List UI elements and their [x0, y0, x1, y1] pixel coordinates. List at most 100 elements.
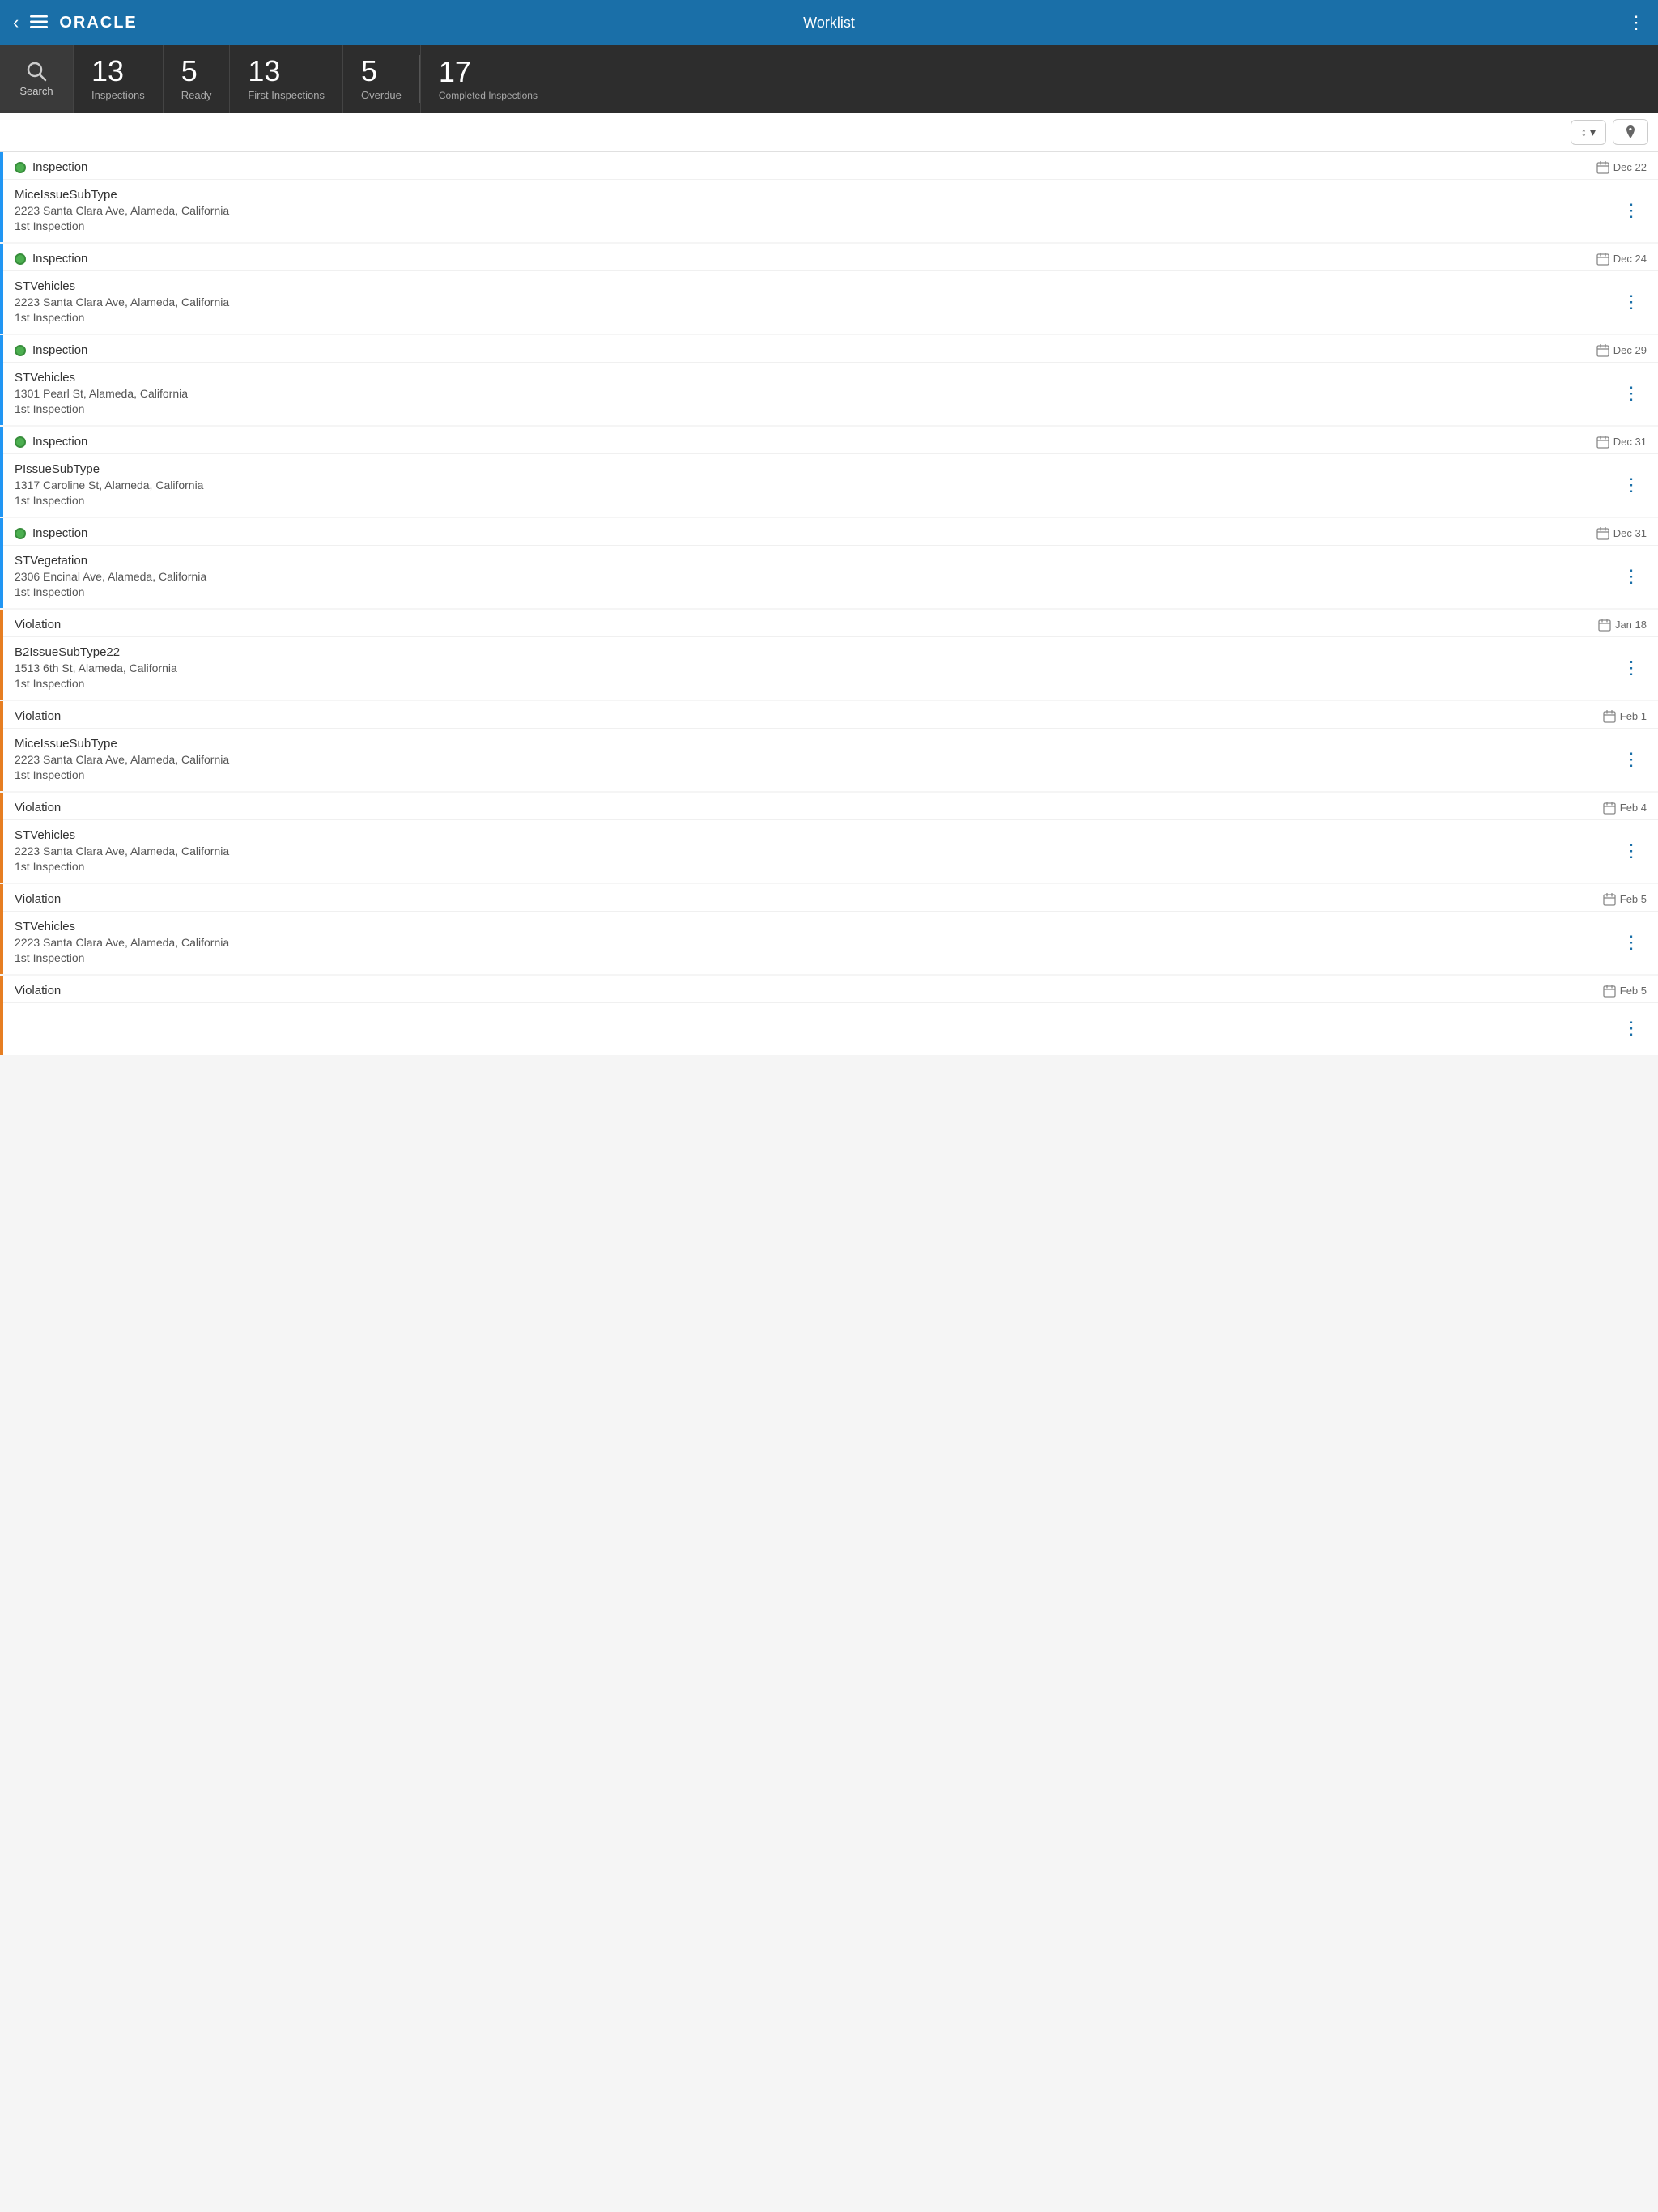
list-item: Violation Feb 5 STVehicles 2223 Santa Cl… [0, 884, 1658, 974]
item-date: Feb 1 [1603, 710, 1647, 723]
item-body: MiceIssueSubType 2223 Santa Clara Ave, A… [3, 180, 1658, 242]
item-more-button[interactable]: ⋮ [1616, 559, 1647, 593]
item-type-row: Violation [15, 618, 61, 632]
item-type-row: Violation [15, 984, 61, 998]
item-more-button[interactable]: ⋮ [1616, 834, 1647, 868]
item-inspection-type: 1st Inspection [15, 219, 1616, 232]
item-more-button[interactable]: ⋮ [1616, 925, 1647, 959]
item-body: B2IssueSubType22 1513 6th St, Alameda, C… [3, 637, 1658, 700]
calendar-icon [1596, 436, 1609, 449]
overdue-stat[interactable]: 5 Overdue [342, 45, 419, 113]
item-more-button[interactable]: ⋮ [1616, 468, 1647, 502]
item-type-label: Violation [15, 984, 61, 998]
date-text: Dec 29 [1613, 344, 1647, 356]
item-header: Inspection Dec 29 [3, 335, 1658, 363]
item-more-button[interactable]: ⋮ [1616, 376, 1647, 410]
back-button[interactable]: ‹ [13, 12, 19, 33]
item-date: Dec 31 [1596, 527, 1647, 540]
item-subtype: MiceIssueSubType [15, 737, 1616, 751]
item-date: Dec 24 [1596, 253, 1647, 266]
item-subtype: MiceIssueSubType [15, 188, 1616, 202]
item-header: Inspection Dec 24 [3, 244, 1658, 271]
item-type-row: Inspection [15, 160, 87, 174]
date-text: Dec 22 [1613, 161, 1647, 173]
item-type-label: Inspection [32, 252, 87, 266]
item-type-label: Inspection [32, 160, 87, 174]
item-inspection-type: 1st Inspection [15, 768, 1616, 781]
first-inspections-label: First Inspections [248, 89, 325, 101]
list-item: Inspection Dec 24 STVehicles 2223 Santa … [0, 244, 1658, 334]
first-inspections-stat[interactable]: 13 First Inspections [229, 45, 342, 113]
item-address: 2306 Encinal Ave, Alameda, California [15, 570, 1616, 583]
top-navigation: ‹ ORACLE Worklist ⋮ [0, 0, 1658, 45]
list-item: Inspection Dec 31 PIssueSubType 1317 Car… [0, 427, 1658, 517]
item-address: 2223 Santa Clara Ave, Alameda, Californi… [15, 296, 1616, 308]
item-more-button[interactable]: ⋮ [1616, 285, 1647, 319]
item-type-row: Inspection [15, 252, 87, 266]
item-body: STVegetation 2306 Encinal Ave, Alameda, … [3, 546, 1658, 608]
item-date: Dec 31 [1596, 436, 1647, 449]
calendar-icon [1596, 161, 1609, 174]
list-item: Inspection Dec 22 MiceIssueSubType 2223 … [0, 152, 1658, 242]
ready-stat[interactable]: 5 Ready [163, 45, 230, 113]
location-button[interactable] [1613, 119, 1648, 145]
item-details: PIssueSubType 1317 Caroline St, Alameda,… [15, 462, 1616, 507]
date-text: Feb 5 [1620, 893, 1647, 905]
list-item: Violation Jan 18 B2IssueSubType22 1513 6… [0, 610, 1658, 700]
search-label: Search [19, 85, 53, 97]
completed-count: 17 [439, 57, 538, 87]
item-subtype: B2IssueSubType22 [15, 645, 1616, 659]
item-inspection-type: 1st Inspection [15, 677, 1616, 690]
status-dot [15, 253, 26, 265]
overdue-label: Overdue [361, 89, 402, 101]
item-date: Dec 22 [1596, 161, 1647, 174]
item-type-label: Violation [15, 892, 61, 906]
item-more-button[interactable]: ⋮ [1616, 1011, 1647, 1045]
date-text: Dec 31 [1613, 436, 1647, 448]
search-button[interactable]: Search [0, 45, 73, 113]
item-subtype: STVehicles [15, 828, 1616, 842]
sort-icon: ↕ [1581, 125, 1587, 138]
item-header: Inspection Dec 31 [3, 427, 1658, 454]
sort-arrow-icon: ▾ [1590, 125, 1596, 139]
more-options-button[interactable]: ⋮ [1627, 12, 1645, 33]
item-type-label: Violation [15, 709, 61, 723]
item-type-label: Violation [15, 801, 61, 815]
status-dot [15, 436, 26, 448]
search-icon [26, 61, 47, 82]
item-details: MiceIssueSubType 2223 Santa Clara Ave, A… [15, 737, 1616, 781]
overdue-count: 5 [361, 57, 402, 86]
item-type-label: Inspection [32, 435, 87, 449]
item-type-label: Inspection [32, 343, 87, 357]
item-body: STVehicles 2223 Santa Clara Ave, Alameda… [3, 271, 1658, 334]
stats-bar: Search 13 Inspections 5 Ready 13 First I… [0, 45, 1658, 113]
sort-button[interactable]: ↕ ▾ [1571, 120, 1606, 145]
item-type-label: Violation [15, 618, 61, 632]
item-body: STVehicles 2223 Santa Clara Ave, Alameda… [3, 820, 1658, 883]
item-subtype: PIssueSubType [15, 462, 1616, 476]
item-more-button[interactable]: ⋮ [1616, 194, 1647, 228]
item-body: STVehicles 2223 Santa Clara Ave, Alameda… [3, 912, 1658, 974]
item-header: Inspection Dec 31 [3, 518, 1658, 546]
item-header: Violation Feb 5 [3, 976, 1658, 1003]
date-text: Feb 5 [1620, 985, 1647, 997]
completed-stat[interactable]: 17 Completed Inspections [420, 45, 555, 113]
item-header: Violation Feb 1 [3, 701, 1658, 729]
item-date: Dec 29 [1596, 344, 1647, 357]
item-more-button[interactable]: ⋮ [1616, 651, 1647, 685]
item-header: Violation Feb 4 [3, 793, 1658, 820]
item-more-button[interactable]: ⋮ [1616, 742, 1647, 776]
item-inspection-type: 1st Inspection [15, 494, 1616, 507]
item-subtype: STVehicles [15, 371, 1616, 385]
item-date: Jan 18 [1598, 619, 1647, 632]
page-title: Worklist [803, 15, 855, 32]
menu-button[interactable] [30, 12, 48, 33]
item-details: STVehicles 2223 Santa Clara Ave, Alameda… [15, 920, 1616, 964]
item-details: STVehicles 1301 Pearl St, Alameda, Calif… [15, 371, 1616, 415]
item-details: STVegetation 2306 Encinal Ave, Alameda, … [15, 554, 1616, 598]
item-type-row: Inspection [15, 343, 87, 357]
inspections-stat[interactable]: 13 Inspections [73, 45, 163, 113]
item-date: Feb 4 [1603, 802, 1647, 815]
item-header: Violation Feb 5 [3, 884, 1658, 912]
inspections-label: Inspections [91, 89, 145, 101]
